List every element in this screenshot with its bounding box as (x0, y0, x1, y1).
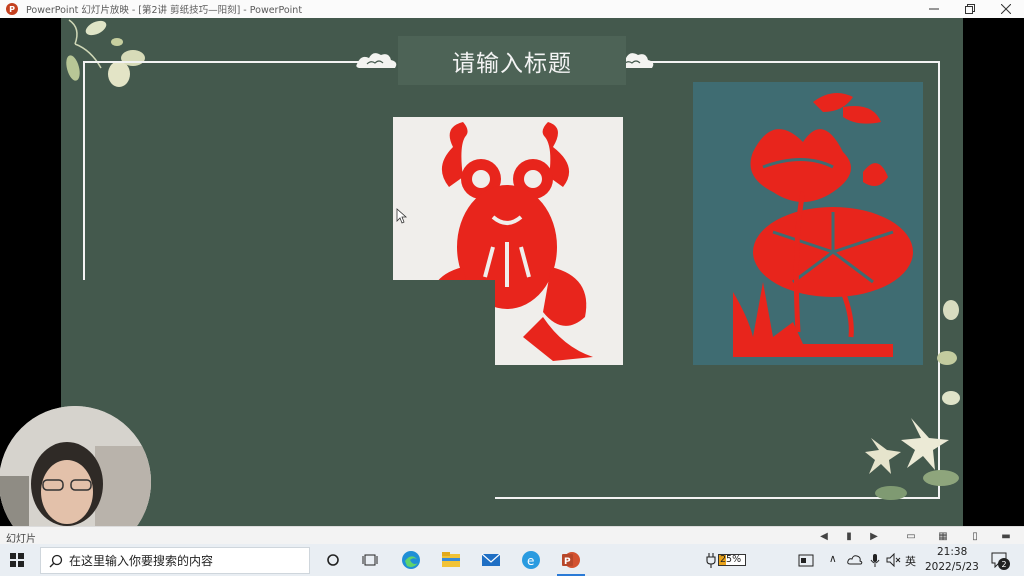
battery-indicator[interactable]: 25% (706, 552, 750, 568)
mail-icon[interactable] (481, 550, 501, 570)
status-label: 幻灯片 (6, 534, 36, 545)
search-placeholder: 在这里输入你要搜索的内容 (69, 554, 214, 568)
cloud-icon[interactable] (845, 550, 865, 570)
input-method-indicator[interactable]: 英 (905, 553, 916, 569)
slide-background-patch (393, 280, 495, 366)
microphone-icon[interactable] (865, 550, 885, 570)
slide[interactable]: 请输入标题 (61, 18, 963, 526)
normal-view-icon[interactable]: ▭ (905, 530, 917, 542)
slideshow-area[interactable]: 请输入标题 (0, 18, 1024, 558)
restore-icon (965, 4, 975, 14)
show-hidden-icons-icon[interactable]: ∧ (829, 553, 837, 565)
plug-icon (706, 553, 716, 568)
powerpoint-icon: P (6, 3, 18, 15)
restore-button[interactable] (952, 0, 988, 18)
slide-title-box: 请输入标题 (398, 36, 626, 85)
svg-text:e: e (527, 554, 534, 568)
svg-text:P: P (564, 557, 571, 567)
slide-menu-icon[interactable]: ▮ (843, 530, 855, 542)
task-view-icon[interactable] (360, 550, 380, 570)
clock-date[interactable]: 2022/5/23 (925, 561, 979, 573)
file-explorer-icon[interactable] (441, 550, 461, 570)
slideshow-view-icon[interactable]: ▬ (1000, 530, 1012, 542)
notification-badge: 2 (998, 558, 1010, 570)
frame-line-top-left (83, 61, 387, 63)
mouse-cursor-icon (396, 208, 408, 224)
slide-sorter-icon[interactable]: ▦ (937, 530, 949, 542)
next-slide-icon[interactable]: ▶ (868, 530, 880, 542)
browser-icon[interactable]: e (521, 550, 541, 570)
cloud-ornament-left-icon (356, 53, 397, 68)
minimize-button[interactable] (916, 0, 952, 18)
search-icon (49, 554, 63, 567)
status-bar: 幻灯片 ◀ ▮ ▶ ▭ ▦ ▯ ▬ (0, 526, 1024, 545)
window-title: PowerPoint 幻灯片放映 - [第2讲 剪纸技巧—阳刻] - Power… (26, 5, 303, 16)
taskbar-search-box[interactable]: 在这里输入你要搜索的内容 (40, 547, 310, 574)
notification-count: 2 (1001, 559, 1007, 569)
slide-title: 请输入标题 (452, 50, 572, 77)
clock-time[interactable]: 21:38 (937, 546, 967, 558)
volume-muted-icon[interactable] (884, 550, 904, 570)
cortana-icon[interactable] (323, 550, 343, 570)
news-widget-icon[interactable] (796, 550, 816, 570)
flower-decoration-icon (865, 300, 960, 500)
close-icon (1001, 4, 1011, 14)
minimize-icon (929, 8, 939, 10)
window-title-bar: P PowerPoint 幻灯片放映 - [第2讲 剪纸技巧—阳刻] - Pow… (0, 0, 1024, 18)
frame-line-top-right (651, 61, 940, 63)
leaf-decoration-icon (66, 19, 145, 87)
battery-percent: 25% (720, 554, 742, 565)
windows-start-icon[interactable] (10, 553, 24, 567)
edge-icon[interactable] (401, 550, 421, 570)
close-button[interactable] (988, 0, 1024, 18)
reading-view-icon[interactable]: ▯ (969, 530, 981, 542)
taskbar: 在这里输入你要搜索的内容 e P 25% ∧ 英 21:38 2022/5/23… (0, 544, 1024, 576)
powerpoint-taskbar-icon[interactable]: P (561, 550, 581, 570)
previous-slide-icon[interactable]: ◀ (818, 530, 830, 542)
frame-line-left (83, 61, 85, 280)
